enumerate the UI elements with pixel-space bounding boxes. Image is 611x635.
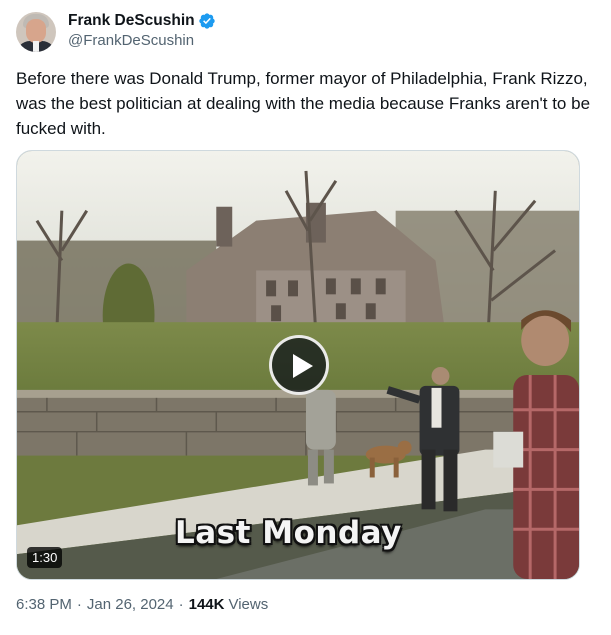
play-button[interactable]	[269, 335, 329, 395]
tweet-text: Before there was Donald Trump, former ma…	[16, 69, 591, 138]
tweet-meta: 6:38 PM · Jan 26, 2024 · 144K Views	[16, 596, 268, 613]
author-handle[interactable]: @FrankDeScushin	[68, 32, 216, 49]
views-label[interactable]: Views	[228, 596, 268, 613]
tweet-date[interactable]: Jan 26, 2024	[87, 596, 174, 613]
author-names: Frank DeScushin @FrankDeScushin	[68, 10, 216, 49]
meta-separator: ·	[178, 596, 184, 613]
video-caption: Last Monday	[175, 515, 402, 551]
author-display-name[interactable]: Frank DeScushin	[68, 12, 195, 30]
meta-separator: ·	[76, 596, 82, 613]
verified-badge-icon[interactable]	[198, 12, 216, 30]
tweet-header: Frank DeScushin @FrankDeScushin	[16, 10, 216, 52]
tweet-time[interactable]: 6:38 PM	[16, 596, 72, 613]
play-icon	[293, 354, 313, 378]
video-player[interactable]: Last Monday 1:30	[16, 150, 580, 580]
video-duration-badge: 1:30	[27, 547, 63, 568]
avatar[interactable]	[16, 12, 56, 52]
views-count[interactable]: 144K	[189, 596, 225, 613]
